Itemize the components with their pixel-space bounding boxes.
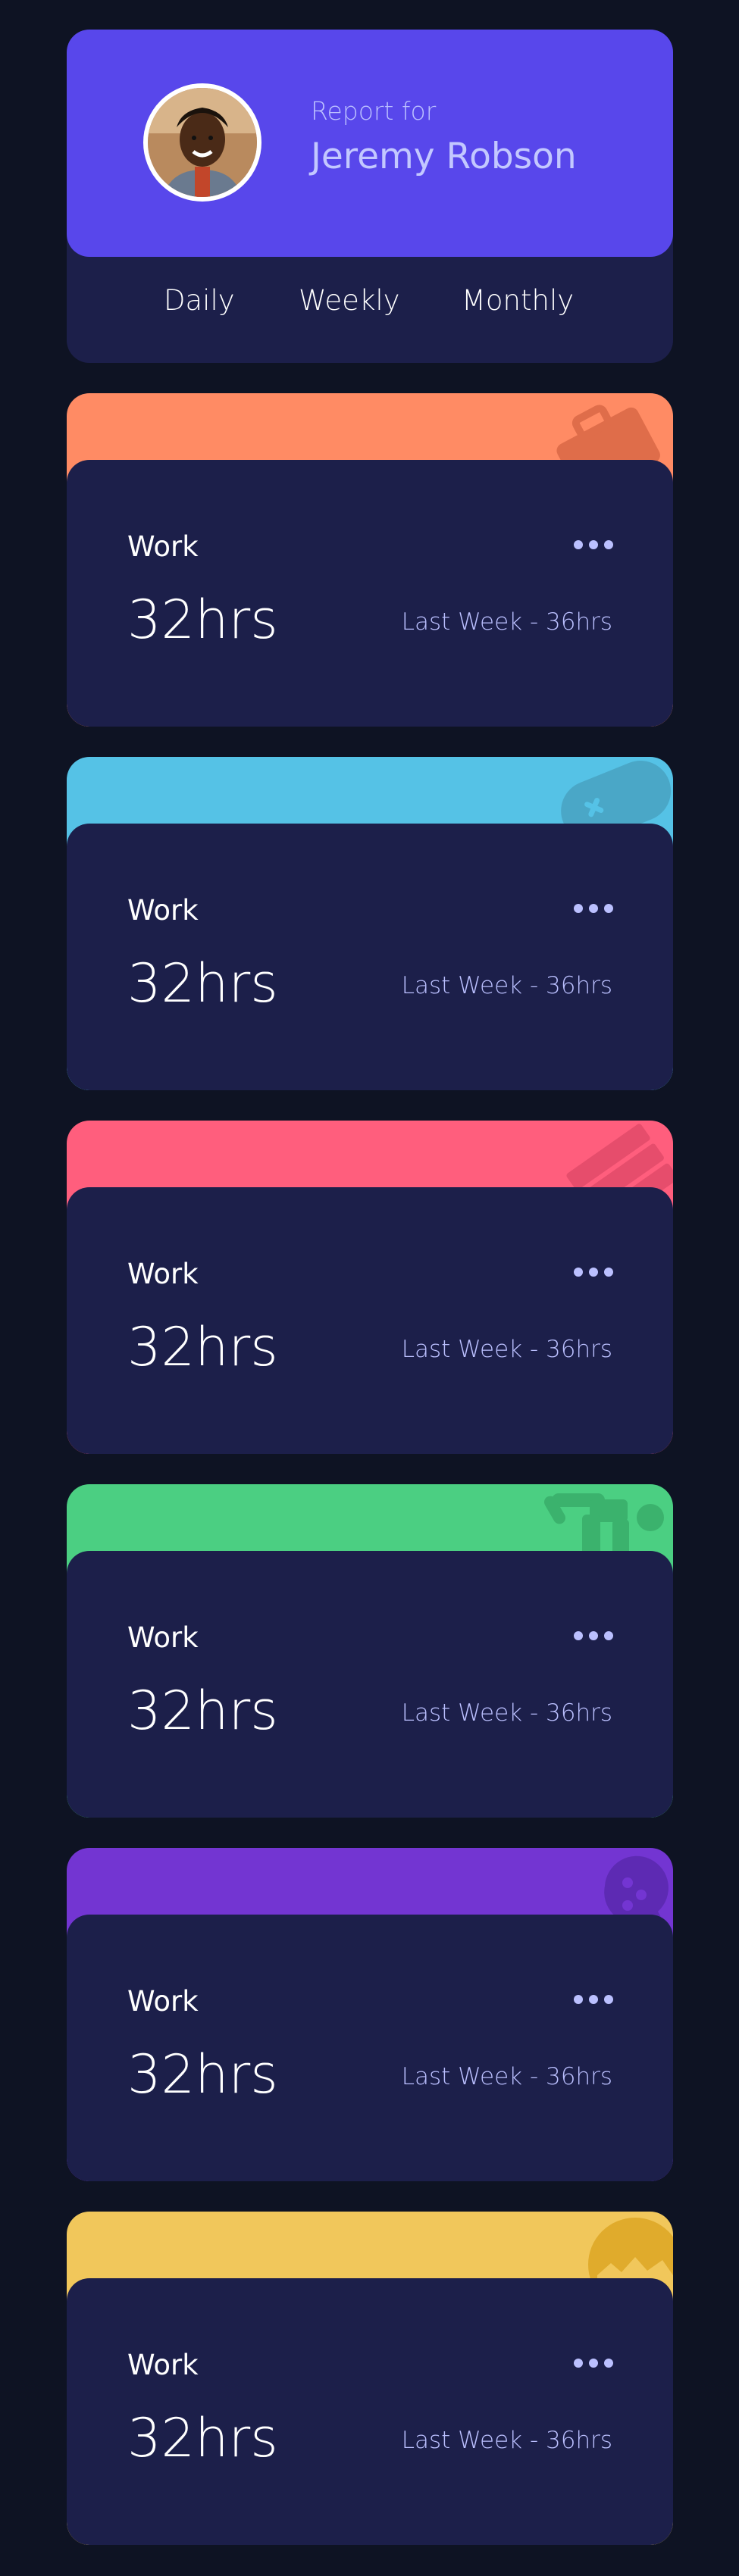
tab-daily[interactable]: Daily [164,284,235,317]
card-body: Work 32hrs Last Week - 36hrs [67,1187,673,1454]
activity-card-exercise: Work 32hrs Last Week - 36hrs [67,1484,673,1818]
previous-hours: Last Week - 36hrs [401,1336,612,1363]
ellipsis-icon[interactable] [573,537,614,552]
page: Report for Jeremy Robson Daily Weekly Mo… [0,0,739,2576]
ellipsis-icon[interactable] [573,2356,614,2371]
user-name: Jeremy Robson [311,136,577,177]
current-hours: 32hrs [127,589,278,651]
previous-hours: Last Week - 36hrs [401,608,612,636]
previous-hours: Last Week - 36hrs [401,972,612,999]
card-title: Work [127,1621,199,1654]
card-body: Work 32hrs Last Week - 36hrs [67,824,673,1090]
profile-header: Report for Jeremy Robson [67,30,673,257]
activity-card-social: Work 32hrs Last Week - 36hrs [67,1848,673,2181]
current-hours: 32hrs [127,1316,278,1378]
ellipsis-icon[interactable] [573,901,614,916]
current-hours: 32hrs [127,1680,278,1742]
activity-card-self-care: Work 32hrs Last Week - 36hrs [67,2212,673,2545]
avatar [143,83,261,202]
card-body: Work 32hrs Last Week - 36hrs [67,1915,673,2181]
tab-monthly[interactable]: Monthly [462,284,574,317]
profile-card: Report for Jeremy Robson Daily Weekly Mo… [67,30,673,363]
previous-hours: Last Week - 36hrs [401,2427,612,2454]
card-body: Work 32hrs Last Week - 36hrs [67,2278,673,2545]
previous-hours: Last Week - 36hrs [401,1699,612,1727]
current-hours: 32hrs [127,952,278,1014]
card-body: Work 32hrs Last Week - 36hrs [67,460,673,727]
activity-card-study: Work 32hrs Last Week - 36hrs [67,1121,673,1454]
card-title: Work [127,2349,199,2381]
report-label: Report for [311,96,437,126]
card-title: Work [127,1985,199,2018]
ellipsis-icon[interactable] [573,1992,614,2007]
current-hours: 32hrs [127,2043,278,2106]
card-title: Work [127,894,199,927]
ellipsis-icon[interactable] [573,1265,614,1280]
period-tabs: Daily Weekly Monthly [67,284,673,330]
previous-hours: Last Week - 36hrs [401,2063,612,2090]
card-body: Work 32hrs Last Week - 36hrs [67,1551,673,1818]
current-hours: 32hrs [127,2407,278,2469]
tab-weekly[interactable]: Weekly [299,284,400,317]
activity-card-play: Work 32hrs Last Week - 36hrs [67,757,673,1090]
card-title: Work [127,530,199,563]
ellipsis-icon[interactable] [573,1628,614,1643]
card-title: Work [127,1258,199,1290]
activity-card-work: Work 32hrs Last Week - 36hrs [67,393,673,727]
